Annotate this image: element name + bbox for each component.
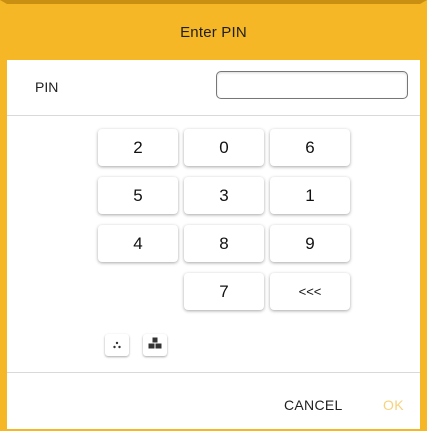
keypad-key[interactable]: 3 <box>184 177 264 214</box>
ok-button[interactable]: OK <box>383 397 404 413</box>
pin-row: PIN <box>7 60 420 116</box>
pin-input[interactable] <box>216 71 408 99</box>
keypad-key[interactable]: 2 <box>98 129 178 166</box>
dialog-footer: CANCEL OK <box>7 372 420 429</box>
block-stack-icon <box>148 336 162 354</box>
keypad-key[interactable]: 4 <box>98 225 178 262</box>
keyboard-toggle-large[interactable] <box>143 334 167 356</box>
keypad-key[interactable]: 8 <box>184 225 264 262</box>
dialog-title: Enter PIN <box>180 23 247 41</box>
keypad-key[interactable]: 0 <box>184 129 264 166</box>
dialog-title-bar: Enter PIN <box>7 4 420 60</box>
cancel-button[interactable]: CANCEL <box>284 397 343 413</box>
backspace-button[interactable]: <<< <box>270 273 350 310</box>
pin-dialog: Enter PIN PIN 2 0 6 5 3 1 4 8 9 7 <<< CA… <box>0 0 427 431</box>
keyboard-toggle-small[interactable] <box>105 334 129 356</box>
keypad-key[interactable]: 1 <box>270 177 350 214</box>
keypad-key[interactable]: 7 <box>184 273 264 310</box>
keypad-key[interactable]: 5 <box>98 177 178 214</box>
pin-label: PIN <box>35 79 59 95</box>
keypad-key[interactable]: 9 <box>270 225 350 262</box>
keypad-key[interactable]: 6 <box>270 129 350 166</box>
small-dots-icon <box>112 336 122 354</box>
